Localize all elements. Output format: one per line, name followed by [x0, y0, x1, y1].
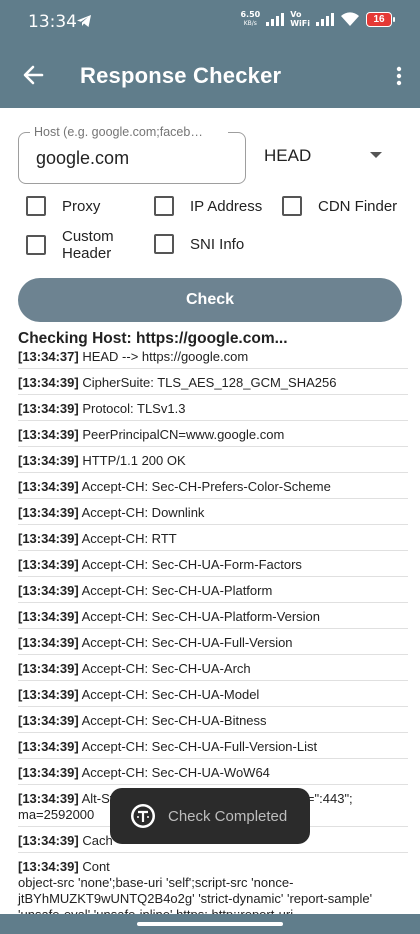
- log-row: [13:34:39] CipherSuite: TLS_AES_128_GCM_…: [18, 369, 408, 395]
- log-timestamp: [13:34:39]: [18, 375, 79, 390]
- log-row: [13:34:39] Accept-CH: Sec-CH-Prefers-Col…: [18, 473, 408, 499]
- log-message: Accept-CH: Sec-CH-Prefers-Color-Scheme: [81, 479, 331, 494]
- log-row: [13:34:39] Accept-CH: Sec-CH-UA-Model: [18, 681, 408, 707]
- log-timestamp: [13:34:39]: [18, 401, 79, 416]
- log-message: Accept-CH: Sec-CH-UA-Bitness: [81, 713, 267, 728]
- results-log[interactable]: [13:34:37] HEAD --> https://google.com [1…: [18, 347, 408, 934]
- log-timestamp: [13:34:39]: [18, 713, 79, 728]
- log-row: [13:34:39] Protocol: TLSv1.3: [18, 395, 408, 421]
- log-timestamp: [13:34:39]: [18, 531, 79, 546]
- vowifi-indicator: Vo WiFi: [290, 10, 310, 28]
- log-row: [13:34:39] Accept-CH: Sec-CH-UA-Arch: [18, 655, 408, 681]
- host-input-value[interactable]: google.com: [36, 148, 129, 169]
- log-row: [13:34:37] HEAD --> https://google.com: [18, 347, 408, 369]
- checkbox-label: IP Address: [190, 197, 263, 215]
- log-row: [13:34:39] Accept-CH: Sec-CH-UA-Bitness: [18, 707, 408, 733]
- log-row: [13:34:39] Accept-CH: Sec-CH-UA-Full-Ver…: [18, 733, 408, 759]
- results-heading: Checking Host: https://google.com...: [18, 330, 288, 347]
- toast-text: Check Completed: [168, 807, 288, 825]
- checkbox-cdn-finder[interactable]: CDN Finder: [282, 196, 397, 216]
- log-row: [13:34:39] Accept-CH: Sec-CH-UA-Full-Ver…: [18, 629, 408, 655]
- checkbox-label: Custom Header: [62, 228, 114, 262]
- home-gesture-bar[interactable]: [137, 922, 283, 926]
- status-bar: 13:34 6.50 KB/s Vo WiFi 16: [0, 0, 420, 44]
- log-row: [13:34:39] Accept-CH: Sec-CH-UA-Form-Fac…: [18, 551, 408, 577]
- checkbox-ip-address[interactable]: IP Address: [154, 196, 262, 216]
- log-row: [13:34:39] Accept-CH: Downlink: [18, 499, 408, 525]
- log-row: [13:34:39] Accept-CH: Sec-CH-UA-Platform: [18, 577, 408, 603]
- log-timestamp: [13:34:39]: [18, 635, 79, 650]
- log-message: Accept-CH: Sec-CH-UA-Form-Factors: [81, 557, 302, 572]
- status-icons: 6.50 KB/s Vo WiFi 16: [240, 10, 395, 28]
- log-timestamp: [13:34:39]: [18, 609, 79, 624]
- nav-bar: [0, 914, 420, 934]
- signal-icon-2: [316, 13, 334, 26]
- log-message: Accept-CH: Downlink: [81, 505, 205, 520]
- checkbox-box[interactable]: [26, 235, 46, 255]
- log-message: Accept-CH: Sec-CH-UA-WoW64: [81, 765, 270, 780]
- log-timestamp: [13:34:39]: [18, 453, 79, 468]
- checkbox-custom-header[interactable]: Custom Header: [26, 228, 136, 262]
- log-message: HTTP/1.1 200 OK: [82, 453, 186, 468]
- log-timestamp: [13:34:39]: [18, 765, 79, 780]
- log-timestamp: [13:34:39]: [18, 661, 79, 676]
- log-message: Accept-CH: Sec-CH-UA-Platform: [81, 583, 273, 598]
- log-timestamp: [13:34:37]: [18, 349, 79, 364]
- app-bar: Response Checker: [0, 44, 420, 108]
- wifi-icon: [341, 11, 359, 26]
- log-row: [13:34:39] HTTP/1.1 200 OK: [18, 447, 408, 473]
- log-message: Accept-CH: RTT: [81, 531, 177, 546]
- log-timestamp: [13:34:39]: [18, 479, 79, 494]
- log-timestamp: [13:34:39]: [18, 833, 79, 848]
- app-logo-icon: [131, 804, 155, 828]
- log-timestamp: [13:34:39]: [18, 505, 79, 520]
- checkbox-label: SNI Info: [190, 235, 245, 253]
- log-message: PeerPrincipalCN=www.google.com: [82, 427, 285, 442]
- telegram-icon: [77, 15, 91, 27]
- checkbox-sni-info[interactable]: SNI Info: [154, 234, 244, 254]
- log-message: Protocol: TLSv1.3: [82, 401, 186, 416]
- log-message: Accept-CH: Sec-CH-UA-Full-Version: [81, 635, 293, 650]
- log-row: [13:34:39] Accept-CH: RTT: [18, 525, 408, 551]
- network-speed: 6.50 KB/s: [240, 10, 261, 27]
- log-message: Accept-CH: Sec-CH-UA-Platform-Version: [81, 609, 320, 624]
- signal-icon: [266, 13, 285, 26]
- checkbox-proxy[interactable]: Proxy: [26, 196, 100, 216]
- checkbox-box[interactable]: [154, 196, 174, 216]
- log-timestamp: [13:34:39]: [18, 687, 79, 702]
- log-row: [13:34:39] Accept-CH: Sec-CH-UA-Platform…: [18, 603, 408, 629]
- method-select[interactable]: HEAD: [264, 146, 311, 166]
- log-message: Cont: [82, 859, 110, 874]
- log-row: [13:34:39] PeerPrincipalCN=www.google.co…: [18, 421, 408, 447]
- more-vert-icon[interactable]: [396, 66, 402, 86]
- checkbox-box[interactable]: [26, 196, 46, 216]
- toast: Check Completed: [110, 788, 310, 844]
- log-timestamp: [13:34:39]: [18, 791, 79, 806]
- log-message: Accept-CH: Sec-CH-UA-Arch: [81, 661, 251, 676]
- status-time: 13:34: [28, 12, 77, 32]
- battery-icon: 16: [366, 11, 395, 27]
- log-message: Cach: [82, 833, 113, 848]
- back-arrow-icon[interactable]: [22, 64, 44, 86]
- dropdown-arrow-icon[interactable]: [370, 152, 382, 158]
- log-timestamp: [13:34:39]: [18, 739, 79, 754]
- checkbox-label: CDN Finder: [318, 197, 398, 215]
- host-input-label: Host (e.g. google.com;faceb…: [30, 125, 228, 139]
- log-row: [13:34:39] Accept-CH: Sec-CH-UA-WoW64: [18, 759, 408, 785]
- checkbox-box[interactable]: [282, 196, 302, 216]
- check-button[interactable]: Check: [18, 278, 402, 322]
- checkbox-label: Proxy: [62, 197, 101, 215]
- log-timestamp: [13:34:39]: [18, 427, 79, 442]
- checkbox-box[interactable]: [154, 234, 174, 254]
- log-timestamp: [13:34:39]: [18, 557, 79, 572]
- log-message: HEAD --> https://google.com: [82, 349, 249, 364]
- page-title: Response Checker: [80, 63, 282, 88]
- log-timestamp: [13:34:39]: [18, 859, 79, 874]
- log-timestamp: [13:34:39]: [18, 583, 79, 598]
- log-message: CipherSuite: TLS_AES_128_GCM_SHA256: [82, 375, 337, 390]
- log-message: Accept-CH: Sec-CH-UA-Model: [81, 687, 260, 702]
- log-message: Accept-CH: Sec-CH-UA-Full-Version-List: [81, 739, 318, 754]
